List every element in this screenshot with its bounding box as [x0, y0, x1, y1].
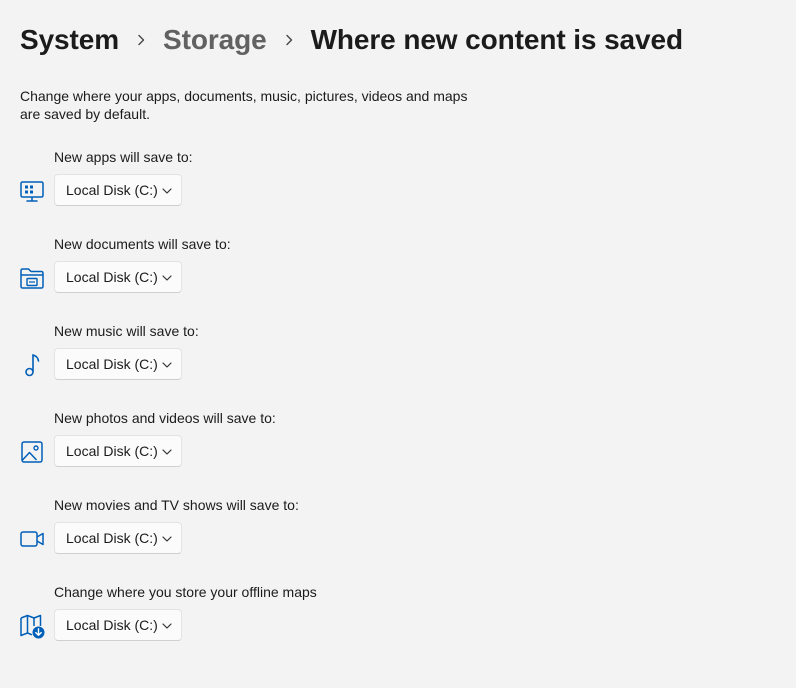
chevron-down-icon: [162, 186, 172, 196]
music-note-icon: [18, 351, 46, 379]
photos-drive-value: Local Disk (C:): [66, 443, 158, 459]
chevron-right-icon: [267, 20, 311, 60]
maps-drive-dropdown[interactable]: Local Disk (C:): [54, 609, 182, 641]
page-description: Change where your apps, documents, music…: [20, 88, 468, 122]
documents-folder-icon: [18, 264, 46, 292]
apps-drive-dropdown[interactable]: Local Disk (C:): [54, 174, 182, 206]
apps-save-label: New apps will save to:: [54, 149, 193, 165]
breadcrumb: System Storage Where new content is save…: [20, 20, 683, 60]
video-camera-icon: [18, 525, 46, 553]
chevron-down-icon: [162, 621, 172, 631]
music-drive-value: Local Disk (C:): [66, 356, 158, 372]
breadcrumb-system[interactable]: System: [20, 24, 119, 56]
chevron-down-icon: [162, 534, 172, 544]
chevron-down-icon: [162, 360, 172, 370]
offline-map-icon: [18, 612, 46, 640]
music-drive-dropdown[interactable]: Local Disk (C:): [54, 348, 182, 380]
photo-icon: [18, 438, 46, 466]
chevron-down-icon: [162, 447, 172, 457]
music-save-label: New music will save to:: [54, 323, 199, 339]
movies-drive-value: Local Disk (C:): [66, 530, 158, 546]
chevron-right-icon: [119, 20, 163, 60]
documents-save-label: New documents will save to:: [54, 236, 231, 252]
maps-drive-value: Local Disk (C:): [66, 617, 158, 633]
chevron-down-icon: [162, 273, 172, 283]
movies-save-label: New movies and TV shows will save to:: [54, 497, 299, 513]
photos-drive-dropdown[interactable]: Local Disk (C:): [54, 435, 182, 467]
photos-save-label: New photos and videos will save to:: [54, 410, 276, 426]
apps-pc-icon: [18, 177, 46, 205]
documents-drive-value: Local Disk (C:): [66, 269, 158, 285]
page-title: Where new content is saved: [310, 24, 684, 55]
movies-drive-dropdown[interactable]: Local Disk (C:): [54, 522, 182, 554]
maps-save-label: Change where you store your offline maps: [54, 584, 317, 600]
documents-drive-dropdown[interactable]: Local Disk (C:): [54, 261, 182, 293]
apps-drive-value: Local Disk (C:): [66, 182, 158, 198]
breadcrumb-storage[interactable]: Storage: [163, 24, 267, 56]
